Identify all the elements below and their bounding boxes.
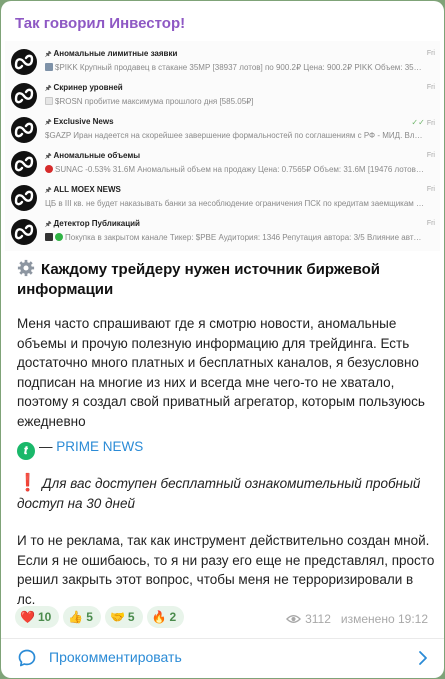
preview-row: 🖈 Детектор Публикаций Fri Покупка в закры… (11, 217, 435, 251)
comment-button[interactable]: Прокомментировать (1, 639, 444, 678)
view-count: 3112 (305, 612, 331, 626)
pin-icon: 🖈 (45, 51, 52, 58)
preview-row: 🖈 Exclusive News ✓✓ Fri $GAZP Иран надеетс… (11, 115, 435, 149)
pin-icon: 🖈 (45, 119, 52, 126)
comment-icon (18, 649, 36, 667)
chevron-right-icon (419, 651, 427, 665)
down-arrow-icon (45, 63, 53, 71)
heart-icon: ❤️ (20, 610, 35, 624)
prime-news-link[interactable]: PRIME NEWS (56, 439, 143, 454)
preview-row: 🖈 Аномальные лимитные заявки Fri $PIKK Кр… (11, 47, 435, 81)
preview-row: 🖈 ALL MOEX NEWS Fri ЦБ в III кв. не будет… (11, 183, 435, 217)
edited-label: изменено (340, 612, 395, 626)
free-access-note: ❗ Для вас доступен бесплатный ознакомител… (17, 473, 421, 511)
read-check-icon: ✓✓ (411, 118, 425, 127)
prime-news-line: 𝒕 — PRIME NEWS (17, 439, 143, 460)
post-paragraph: И то не реклама, так как инструмент дейс… (17, 533, 435, 607)
pin-icon: 🖈 (45, 85, 52, 92)
channel-avatar-icon (11, 83, 37, 109)
channel-avatar-icon (11, 219, 37, 245)
gear-icon (17, 259, 35, 277)
screen-icon (45, 233, 53, 241)
pin-icon: 🖈 (45, 153, 52, 160)
channel-avatar-icon (11, 117, 37, 143)
green-circle-icon (55, 233, 63, 241)
message-meta: 3112 изменено 19:12 (286, 612, 428, 626)
exclamation-icon: ❗ (17, 473, 39, 492)
eye-icon (286, 615, 302, 623)
thumbs-up-icon: 👍 (68, 610, 84, 624)
channel-avatar-icon (11, 185, 37, 211)
reaction-thumbs-up[interactable]: 👍 5 (63, 606, 101, 628)
red-circle-icon (45, 165, 53, 173)
channel-avatar-icon (11, 49, 37, 75)
message-time: 19:12 (397, 612, 428, 626)
preview-row: 🖈 Скринер уровней Fri $ROSN пробитие макс… (11, 81, 435, 115)
post-paragraph: Меня часто спрашивают где я смотрю новос… (17, 316, 425, 429)
pin-icon: 🖈 (45, 221, 52, 228)
comment-label: Прокомментировать (49, 649, 182, 665)
fire-icon: 🔥 (151, 610, 167, 624)
handshake-icon: 🤝 (109, 610, 125, 624)
chart-up-icon (45, 97, 53, 105)
message-bubble: Так говорил Инвестор! 🖈 Аномальные лимитн… (1, 1, 444, 678)
prime-news-logo-icon: 𝒕 (17, 442, 35, 460)
reaction-handshake[interactable]: 🤝 5 (104, 606, 143, 628)
preview-row: 🖈 Аномальные объемы Fri SUNAC -0.53% 31.6… (11, 149, 435, 183)
pin-icon: 🖈 (45, 187, 52, 194)
reaction-heart[interactable]: ❤️ 10 (15, 606, 60, 628)
reaction-fire[interactable]: 🔥 2 (146, 606, 185, 628)
reactions-bar: ❤️ 10 👍 5 🤝 5 🔥 2 (15, 606, 188, 630)
aggregator-preview-image[interactable]: 🖈 Аномальные лимитные заявки Fri $PIKK Кр… (5, 41, 440, 251)
post-heading: Каждому трейдеру нужен источник биржевой… (17, 259, 381, 298)
channel-title[interactable]: Так говорил Инвестор! (15, 15, 185, 32)
channel-avatar-icon (11, 151, 37, 177)
